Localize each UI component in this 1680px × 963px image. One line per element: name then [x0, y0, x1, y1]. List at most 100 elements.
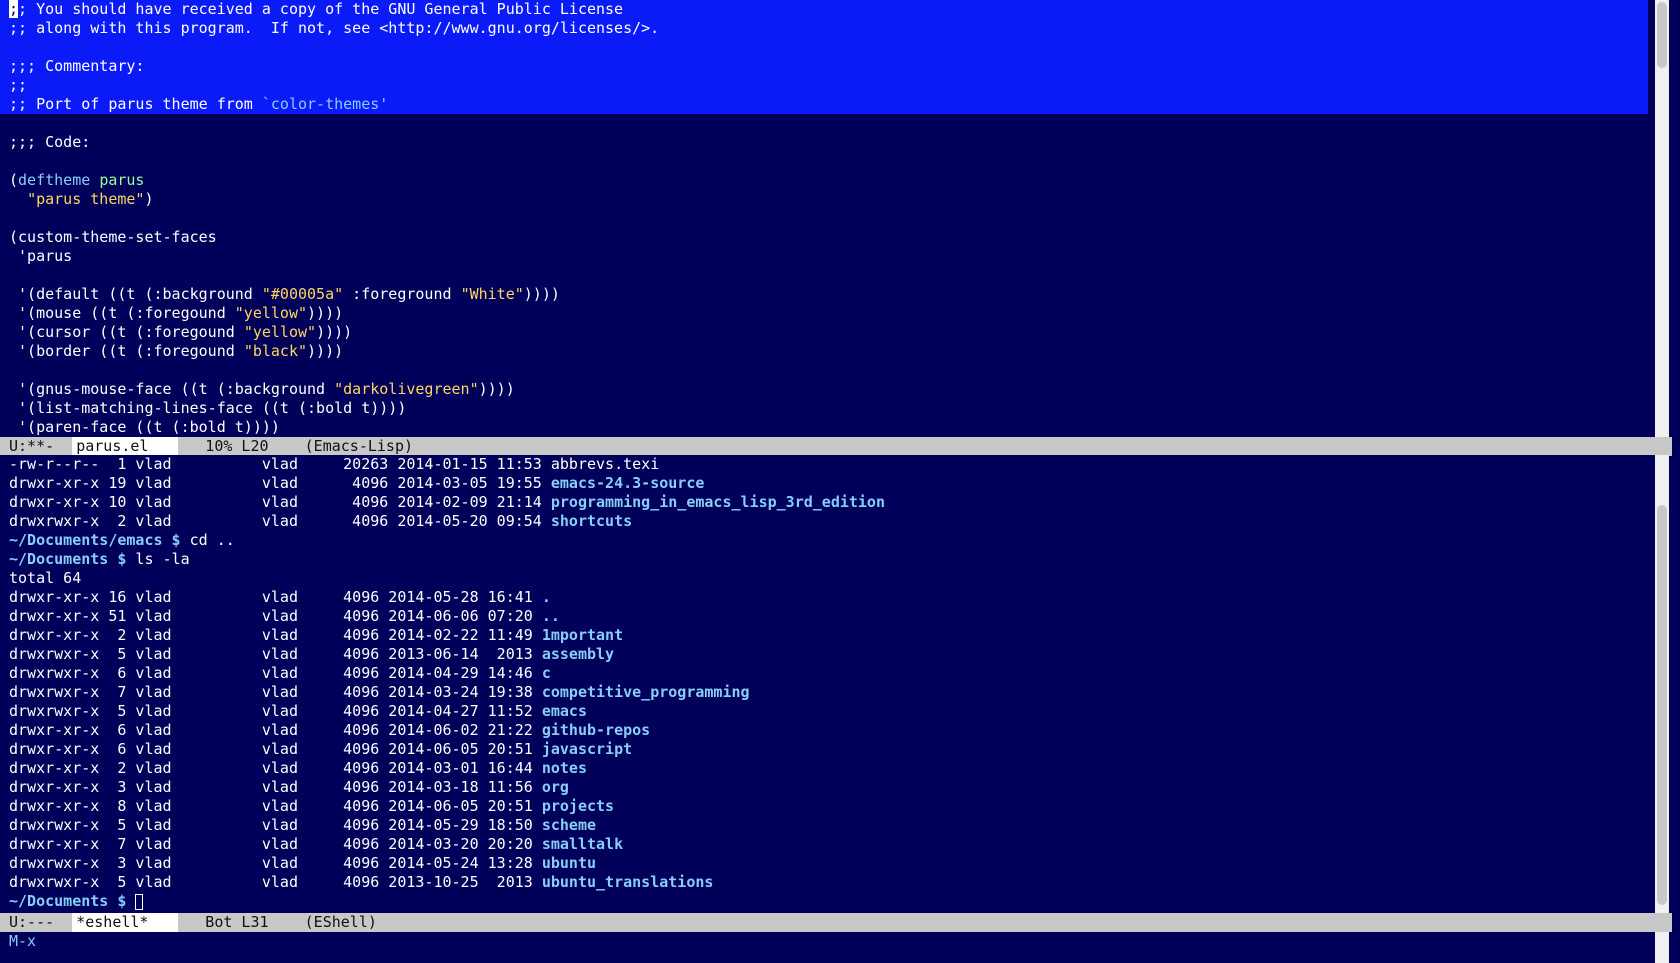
face-code: '(gnus-mouse-face ((t (:background — [9, 380, 335, 398]
mode-line-eshell: U:--- *eshell* Bot L31 (EShell) — [0, 913, 1672, 932]
scrollbar-thumb[interactable] — [1657, 2, 1667, 68]
eshell-pane[interactable]: -rw-r--r-- 1 vlad vlad 20263 2014-01-15 … — [0, 455, 1648, 913]
ls-row: drwxrwxr-x 5 vlad vlad 4096 2013-10-25 2… — [0, 873, 1648, 892]
editor-pane-parus-el[interactable]: ;; You should have received a copy of th… — [0, 0, 1648, 437]
code-line: '(gnus-mouse-face ((t (:background "dark… — [0, 380, 1648, 399]
ls-row: drwxrwxr-x 7 vlad vlad 4096 2014-03-24 1… — [0, 683, 1648, 702]
ls-row: -rw-r--r-- 1 vlad vlad 20263 2014-01-15 … — [0, 455, 1648, 474]
code-line: ;; — [0, 76, 1648, 95]
face-code: :foreground — [343, 285, 461, 303]
ls-dir-name[interactable]: assembly — [542, 645, 614, 663]
comment-text: ;; Port of parus theme from — [9, 95, 262, 113]
buffer-position: 10% L20 — [178, 437, 305, 455]
ls-meta: drwxr-xr-x 10 vlad vlad 4096 2014-02-09 … — [9, 493, 551, 511]
ls-dir-name[interactable]: . — [542, 588, 551, 606]
face-code: )))) — [307, 304, 344, 322]
ls-dir-name[interactable]: 1mportant — [542, 626, 623, 644]
ls-dir-name[interactable]: shortcuts — [551, 512, 632, 530]
shell-prompt: ~/Documents/emacs $ — [9, 531, 181, 549]
ls-total: total 64 — [9, 569, 82, 587]
ls-dir-name[interactable]: programming_in_emacs_lisp_3rd_edition — [551, 493, 885, 511]
custom-faces-arg: 'parus — [9, 247, 73, 265]
ls-dir-name[interactable]: notes — [542, 759, 587, 777]
minibuffer[interactable]: M-x — [0, 932, 1648, 963]
ls-dir-name[interactable]: javascript — [542, 740, 632, 758]
face-string: "darkolivegreen" — [334, 380, 479, 398]
face-code: '(list-matching-lines-face ((t (:bold t)… — [9, 399, 407, 417]
ls-dir-name[interactable]: emacs — [542, 702, 587, 720]
ls-dir-name[interactable]: c — [542, 664, 551, 682]
buffer-name[interactable]: parus.el — [72, 437, 179, 456]
text-cursor: ; — [9, 0, 19, 18]
ls-row: drwxr-xr-x 19 vlad vlad 4096 2014-03-05 … — [0, 474, 1648, 493]
ls-dir-name[interactable]: .. — [542, 607, 560, 625]
shell-prompt: ~/Documents $ — [9, 892, 127, 910]
ls-dir-name[interactable]: competitive_programming — [542, 683, 750, 701]
ls-row: drwxr-xr-x 16 vlad vlad 4096 2014-05-28 … — [0, 588, 1648, 607]
face-code: '(cursor ((t (:foregound — [9, 323, 244, 341]
ls-meta: drwxr-xr-x 51 vlad vlad 4096 2014-06-06 … — [9, 607, 542, 625]
ls-dir-name[interactable]: emacs-24.3-source — [551, 474, 705, 492]
ls-row: drwxrwxr-x 5 vlad vlad 4096 2014-04-27 1… — [0, 702, 1648, 721]
code-line: '(default ((t (:background "#00005a" :fo… — [0, 285, 1648, 304]
ls-dir-name[interactable]: org — [542, 778, 569, 796]
ls-row: drwxrwxr-x 5 vlad vlad 4096 2014-05-29 1… — [0, 816, 1648, 835]
ls-dir-name[interactable]: scheme — [542, 816, 596, 834]
face-code: )))) — [523, 285, 560, 303]
ls-meta: drwxr-xr-x 7 vlad vlad 4096 2014-03-20 2… — [9, 835, 542, 853]
custom-faces-call: (custom-theme-set-faces — [9, 228, 217, 246]
ls-row: drwxrwxr-x 2 vlad vlad 4096 2014-05-20 0… — [0, 512, 1648, 531]
ls-meta: drwxrwxr-x 3 vlad vlad 4096 2014-05-24 1… — [9, 854, 542, 872]
ls-meta: drwxrwxr-x 6 vlad vlad 4096 2014-04-29 1… — [9, 664, 542, 682]
ls-row: drwxr-xr-x 6 vlad vlad 4096 2014-06-02 2… — [0, 721, 1648, 740]
ls-meta: drwxr-xr-x 8 vlad vlad 4096 2014-06-05 2… — [9, 797, 542, 815]
ls-file-name[interactable]: abbrevs.texi — [551, 455, 659, 473]
code-line — [0, 38, 1648, 57]
code-line: ;; Port of parus theme from `color-theme… — [0, 95, 1648, 114]
code-line: 'parus — [0, 247, 1648, 266]
face-code: )))) — [478, 380, 515, 398]
code-line: '(list-matching-lines-face ((t (:bold t)… — [0, 399, 1648, 418]
buffer-position: Bot L31 — [178, 913, 305, 931]
theme-name: parus — [99, 171, 145, 189]
face-code: '(default ((t (:background — [9, 285, 262, 303]
ls-meta: -rw-r--r-- 1 vlad vlad 20263 2014-01-15 … — [9, 455, 551, 473]
minibuffer-scrollbar — [1655, 932, 1669, 963]
comment-text: ; You should have received a copy of the… — [18, 0, 624, 18]
code-line: '(border ((t (:foregound "black")))) — [0, 342, 1648, 361]
buffer-status: U:--- — [9, 913, 73, 931]
scrollbar-thumb[interactable] — [1657, 505, 1667, 905]
face-string: "White" — [460, 285, 524, 303]
ls-dir-name[interactable]: ubuntu_translations — [542, 873, 714, 891]
buffer-name[interactable]: *eshell* — [72, 913, 179, 932]
eshell-scrollbar[interactable] — [1655, 455, 1669, 913]
ls-row: drwxr-xr-x 3 vlad vlad 4096 2014-03-18 1… — [0, 778, 1648, 797]
major-mode[interactable]: (Emacs-Lisp) — [305, 437, 413, 455]
editor-scrollbar[interactable] — [1655, 0, 1669, 437]
code-line: ;;; Commentary: — [0, 57, 1648, 76]
mode-line-parus-el: U:**- parus.el 10% L20 (Emacs-Lisp) — [0, 437, 1672, 456]
code-line: '(paren-face ((t (:bold t)))) — [0, 418, 1648, 437]
ls-row: drwxrwxr-x 3 vlad vlad 4096 2014-05-24 1… — [0, 854, 1648, 873]
code-line: ;; along with this program. If not, see … — [0, 19, 1648, 38]
ls-dir-name[interactable]: github-repos — [542, 721, 650, 739]
face-string: "#00005a" — [261, 285, 344, 303]
ls-dir-name[interactable]: ubuntu — [542, 854, 596, 872]
ls-dir-name[interactable]: projects — [542, 797, 614, 815]
theme-docstring: "parus theme" — [27, 190, 145, 208]
comment-text: ;;; Code: — [9, 133, 91, 151]
ls-meta: drwxr-xr-x 3 vlad vlad 4096 2014-03-18 1… — [9, 778, 542, 796]
major-mode[interactable]: (EShell) — [305, 913, 377, 931]
face-string: "yellow" — [234, 304, 308, 322]
comment-text: ;;; Commentary: — [9, 57, 145, 75]
ls-row: drwxrwxr-x 5 vlad vlad 4096 2013-06-14 2… — [0, 645, 1648, 664]
shell-input-line[interactable]: ~/Documents $ — [0, 892, 1648, 911]
ls-row: drwxr-xr-x 8 vlad vlad 4096 2014-06-05 2… — [0, 797, 1648, 816]
face-string: "black" — [243, 342, 308, 360]
ls-dir-name[interactable]: smalltalk — [542, 835, 623, 853]
